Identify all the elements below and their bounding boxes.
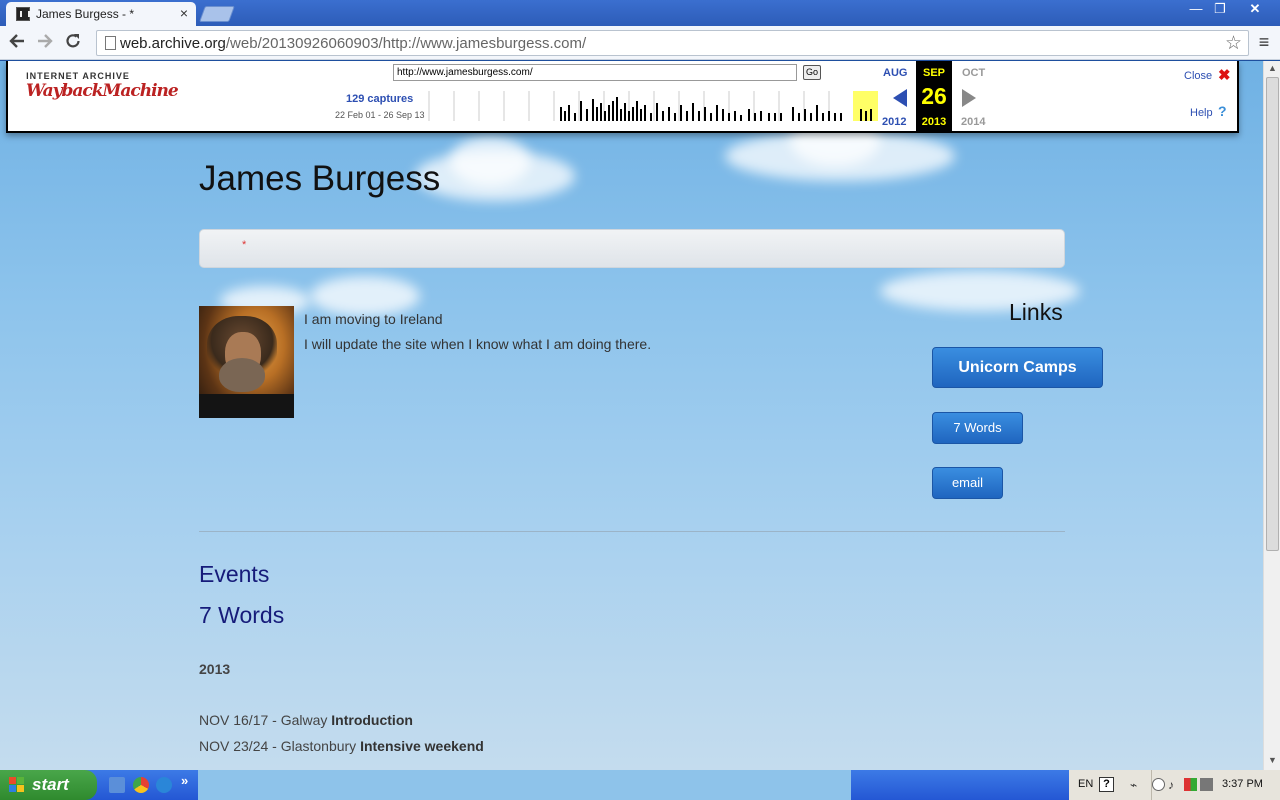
cloud-decoration [310,276,420,316]
taskbar-active-window[interactable] [198,770,851,800]
wayback-help-link[interactable]: Help [1190,107,1213,119]
wayback-logo[interactable]: INTERNET ARCHIVE WaybackMachine [26,71,179,111]
tab-title: James Burgess - * [36,7,135,21]
new-tab-button[interactable] [199,6,235,22]
start-button[interactable]: start [0,770,97,800]
hamburger-menu-icon[interactable]: ≡ [1254,32,1274,54]
windows-logo-icon [9,777,25,793]
help-icon[interactable]: ? [1218,103,1227,119]
close-icon[interactable]: ✖ [1218,66,1231,84]
window-minimize-button[interactable]: — [1185,1,1207,19]
nav-marker[interactable]: * [242,239,246,251]
intro-text: I will update the site when I know what … [304,336,652,352]
scroll-thumb[interactable] [1266,77,1279,551]
chrome-icon[interactable] [133,777,149,793]
current-capture-date: SEP 26 2013 [916,61,952,133]
page-viewport: INTERNET ARCHIVE WaybackMachine Go 129 c… [0,61,1263,770]
internet-explorer-icon[interactable] [156,777,172,793]
wayback-url-input[interactable] [393,64,797,81]
event-item: NOV 16/17 - Galway Introduction [199,712,413,728]
help-tray-icon[interactable]: ? [1099,777,1114,792]
scroll-down-icon[interactable]: ▼ [1266,755,1279,768]
tab-close-icon[interactable]: × [180,5,188,21]
captures-sparkline[interactable] [428,91,878,121]
reload-icon[interactable] [62,32,84,54]
captures-range: 22 Feb 01 - 26 Sep 13 [335,110,425,120]
browser-toolbar: web.archive.org/web/20130926060903/http:… [0,26,1280,60]
address-bar[interactable]: web.archive.org/web/20130926060903/http:… [96,30,1249,56]
volume-icon[interactable]: ♪ [1168,778,1181,792]
page-scrollbar[interactable]: ▲ ▼ [1263,61,1280,770]
links-heading: Links [1009,299,1063,325]
quick-launch: » [103,773,198,795]
intro-text: I am moving to Ireland [304,311,443,327]
site-nav-bar: * [199,229,1065,268]
year-heading: 2013 [199,661,231,677]
taskbar-clock[interactable]: 3:37 PM [1222,778,1263,790]
unicorn-camps-button[interactable]: Unicorn Camps [932,347,1103,388]
language-indicator[interactable]: EN [1078,778,1093,790]
windows-taskbar: start » EN ? ⌁ ♪ 3:37 PM [0,770,1280,800]
prev-year-link[interactable]: 2012 [882,116,906,128]
archive-favicon-icon [16,7,30,21]
page-icon [105,36,116,50]
captures-count-link[interactable]: 129 captures [346,93,413,105]
next-year-label: 2014 [961,116,986,128]
scroll-up-icon[interactable]: ▲ [1266,63,1279,76]
event-item: NOV 23/24 - Glastonbury Intensive weeken… [199,738,484,754]
window-restore-button[interactable]: ❐ [1209,1,1231,19]
show-desktop-icon[interactable] [109,777,125,793]
site-title: James Burgess [199,159,441,198]
browser-title-bar: James Burgess - * × — ❐ ✕ [0,0,1280,26]
seven-words-heading: 7 Words [199,602,285,628]
section-divider [199,531,1065,532]
network-icon[interactable]: ⌁ [1130,778,1143,792]
chevron-right-icon[interactable]: » [181,773,188,788]
email-button[interactable]: email [932,467,1003,499]
profile-photo [199,306,294,418]
address-url: web.archive.org/web/20130926060903/http:… [120,35,587,52]
prev-capture-arrow-icon[interactable] [893,89,907,107]
back-arrow-icon[interactable] [6,32,28,54]
seven-words-button[interactable]: 7 Words [932,412,1023,444]
cloud-decoration [450,136,530,186]
back-circle-icon[interactable] [1152,778,1165,791]
prev-month-link[interactable]: AUG [883,67,907,79]
browser-tab[interactable]: James Burgess - * × [6,2,196,26]
next-month-label: OCT [962,67,986,79]
star-icon[interactable]: ☆ [1225,32,1242,55]
wayback-close-link[interactable]: Close [1184,70,1212,82]
forward-arrow-icon[interactable] [34,32,56,54]
security-icon[interactable] [1184,778,1197,791]
events-heading: Events [199,561,270,587]
window-close-button[interactable]: ✕ [1244,1,1266,19]
wayback-toolbar: INTERNET ARCHIVE WaybackMachine Go 129 c… [6,61,1239,133]
device-icon[interactable] [1200,778,1213,791]
wayback-go-button[interactable]: Go [803,65,821,80]
next-capture-arrow-icon[interactable] [962,89,976,107]
